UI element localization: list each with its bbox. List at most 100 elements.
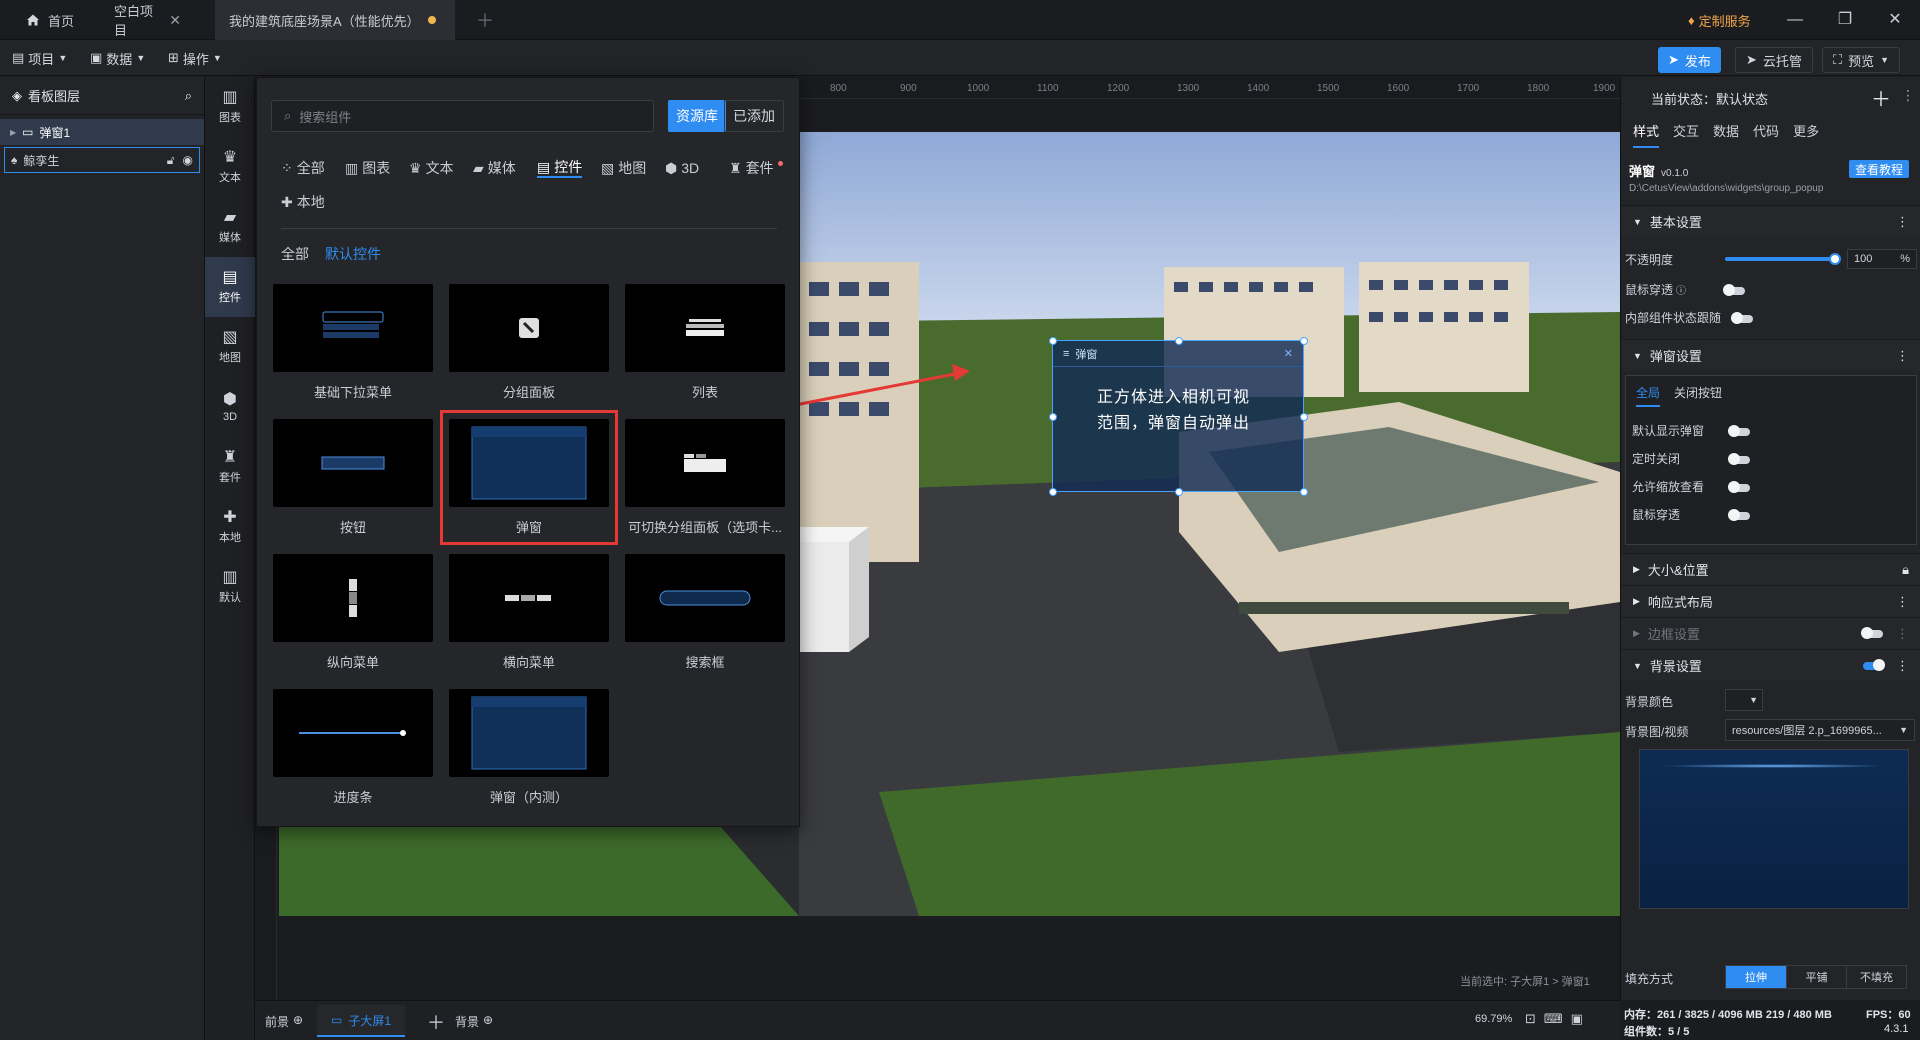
- foreground-label: 前景: [265, 1015, 290, 1029]
- card-thumbnail: [273, 284, 433, 372]
- component-card[interactable]: 分组面板: [449, 284, 609, 401]
- section-size-position[interactable]: ▶ 大小&位置 🔒︎: [1621, 553, 1920, 585]
- more-vertical-icon[interactable]: ⋮: [1896, 594, 1909, 610]
- lib-category-all[interactable]: ⁘ 全部: [281, 158, 325, 178]
- component-card[interactable]: 纵向菜单: [273, 554, 433, 671]
- lib-category-text[interactable]: ♛ 文本: [409, 158, 454, 178]
- added-tab-button[interactable]: 已添加: [724, 100, 784, 132]
- timed-close-label: 定时关闭: [1632, 452, 1681, 466]
- tab-data[interactable]: 数据: [1713, 121, 1739, 148]
- property-tabs: 样式 交互 数据 代码 更多: [1633, 121, 1819, 148]
- allow-zoom-toggle[interactable]: [1728, 481, 1750, 493]
- mouse-through-toggle[interactable]: [1723, 284, 1745, 296]
- add-circle-icon[interactable]: ⊕: [293, 1013, 303, 1030]
- border-toggle[interactable]: [1861, 627, 1883, 639]
- background-tab[interactable]: 背景 ⊕: [455, 1013, 493, 1030]
- component-card[interactable]: 基础下拉菜单: [273, 284, 433, 401]
- section-basic-settings[interactable]: ▼ 基本设置 ⋮: [1621, 205, 1920, 237]
- slider-thumb[interactable]: [1829, 253, 1841, 265]
- card-thumbnail: [625, 284, 785, 372]
- bg-image-select[interactable]: resources/图层 2.p_1699965... ▼: [1725, 719, 1915, 741]
- lib-category-widget[interactable]: ▤ 控件: [537, 158, 583, 178]
- popup-mouse-through-toggle[interactable]: [1728, 509, 1750, 521]
- card-label: 弹窗: [515, 520, 542, 535]
- component-card[interactable]: 横向菜单: [449, 554, 609, 671]
- opacity-slider[interactable]: [1725, 253, 1841, 265]
- inner-follow-toggle[interactable]: [1731, 312, 1753, 324]
- more-vertical-icon[interactable]: ⋮: [1896, 626, 1909, 642]
- lib-category-map[interactable]: ▧ 地图: [601, 158, 646, 178]
- section-popup-settings[interactable]: ▼ 弹窗设置 ⋮: [1621, 339, 1920, 371]
- fill-none-option[interactable]: 不填充: [1846, 966, 1906, 988]
- component-card[interactable]: 按钮: [273, 419, 433, 536]
- component-card[interactable]: 可切换分组面板（选项卡...: [625, 419, 785, 536]
- search-icon: ⌕: [284, 108, 292, 123]
- view-tutorial-button[interactable]: 查看教程: [1849, 160, 1910, 178]
- lib-category-media[interactable]: ▰ 媒体: [473, 158, 516, 178]
- fps-status: FPS：60: [1866, 1009, 1911, 1021]
- tab-close-button[interactable]: 关闭按钮: [1674, 384, 1722, 407]
- monitor-icon: ▭: [331, 1013, 343, 1027]
- component-version: v0.1.0: [1661, 168, 1689, 179]
- section-responsive-layout[interactable]: ▶ 响应式布局 ⋮: [1621, 585, 1920, 617]
- library-tab-button[interactable]: 资源库: [668, 100, 726, 132]
- component-card[interactable]: 搜索框: [625, 554, 785, 671]
- subcat-default-widgets[interactable]: 默认控件: [325, 244, 381, 264]
- fill-tile-option[interactable]: 平铺: [1786, 966, 1846, 988]
- fill-stretch-option[interactable]: 拉伸: [1726, 966, 1786, 988]
- card-thumbnail: [449, 419, 609, 507]
- zoom-level[interactable]: 69.79%: [1475, 1013, 1512, 1025]
- background-label: 背景: [455, 1015, 480, 1029]
- kit-icon: ♜: [729, 159, 742, 176]
- media-icon: ▰: [473, 159, 484, 176]
- tab-more[interactable]: 更多: [1793, 121, 1819, 148]
- lib-category-3d[interactable]: ⬢ 3D: [665, 158, 699, 178]
- lib-category-chart[interactable]: ▥ 图表: [345, 158, 390, 178]
- card-label: 搜索框: [685, 655, 725, 670]
- tab-global[interactable]: 全局: [1636, 384, 1661, 407]
- search-input[interactable]: ⌕ 搜索组件: [271, 100, 654, 132]
- lock-icon[interactable]: 🔒︎: [1902, 562, 1909, 578]
- timed-close-toggle[interactable]: [1728, 453, 1750, 465]
- bg-image-preview[interactable]: [1639, 749, 1909, 909]
- screen-tab[interactable]: ▭ 子大屏1: [317, 1005, 406, 1037]
- add-circle-icon[interactable]: ⊕: [483, 1013, 493, 1030]
- keyboard-icon[interactable]: ⌨: [1544, 1011, 1563, 1027]
- background-toggle[interactable]: [1863, 659, 1885, 671]
- tab-interaction[interactable]: 交互: [1673, 121, 1699, 148]
- more-vertical-icon[interactable]: ⋮: [1901, 87, 1915, 104]
- card-thumbnail: [449, 284, 609, 372]
- section-title: 背景设置: [1649, 659, 1702, 674]
- popup-settings-box: 全局 关闭按钮 默认显示弹窗 定时关闭 允许缩放查看 鼠标穿透: [1625, 375, 1917, 545]
- opacity-label: 不透明度: [1625, 253, 1674, 267]
- horizontal-menu-preview-icon: [505, 595, 551, 601]
- tab-style[interactable]: 样式: [1633, 121, 1660, 148]
- subcat-all[interactable]: 全部: [281, 244, 309, 264]
- default-show-toggle[interactable]: [1728, 425, 1750, 437]
- tab-code[interactable]: 代码: [1753, 121, 1779, 148]
- lib-category-kit[interactable]: ♜ 套件: [729, 158, 783, 178]
- bg-color-picker[interactable]: ▼: [1725, 689, 1763, 711]
- more-vertical-icon[interactable]: ⋮: [1896, 348, 1909, 364]
- foreground-tab[interactable]: 前景 ⊕: [265, 1013, 303, 1030]
- list-preview-icon: [686, 319, 724, 336]
- component-count: 组件数：5 / 5: [1624, 1026, 1690, 1038]
- section-background-settings[interactable]: ▼ 背景设置 ⋮: [1621, 649, 1920, 681]
- add-state-button[interactable]: ＋: [1871, 83, 1891, 112]
- current-state-label: 当前状态：默认状态: [1651, 92, 1769, 107]
- component-card[interactable]: 列表: [625, 284, 785, 401]
- section-border-settings[interactable]: ▶ 边框设置 ⋮: [1621, 617, 1920, 649]
- component-card[interactable]: 进度条: [273, 689, 433, 806]
- screen-tab-label: 子大屏1: [348, 1013, 392, 1028]
- component-card-selected[interactable]: 弹窗: [440, 410, 618, 545]
- lib-category-local[interactable]: ✚ 本地: [281, 192, 325, 212]
- more-vertical-icon[interactable]: ⋮: [1896, 658, 1909, 674]
- opacity-input[interactable]: 100 %: [1847, 249, 1917, 269]
- card-thumbnail: [625, 554, 785, 642]
- fit-screen-icon[interactable]: ⊡: [1525, 1011, 1536, 1027]
- terminal-icon[interactable]: ▣: [1571, 1011, 1583, 1027]
- component-library-panel: ⌕ 搜索组件 资源库 已添加 ⁘ 全部 ▥ 图表 ♛ 文本 ▰ 媒体 ▤ 控件 ▧ 地图 ⬢…: [256, 77, 800, 827]
- add-screen-button[interactable]: ＋: [427, 1009, 445, 1035]
- component-card[interactable]: 弹窗（内测）: [449, 689, 609, 806]
- more-vertical-icon[interactable]: ⋮: [1896, 214, 1909, 230]
